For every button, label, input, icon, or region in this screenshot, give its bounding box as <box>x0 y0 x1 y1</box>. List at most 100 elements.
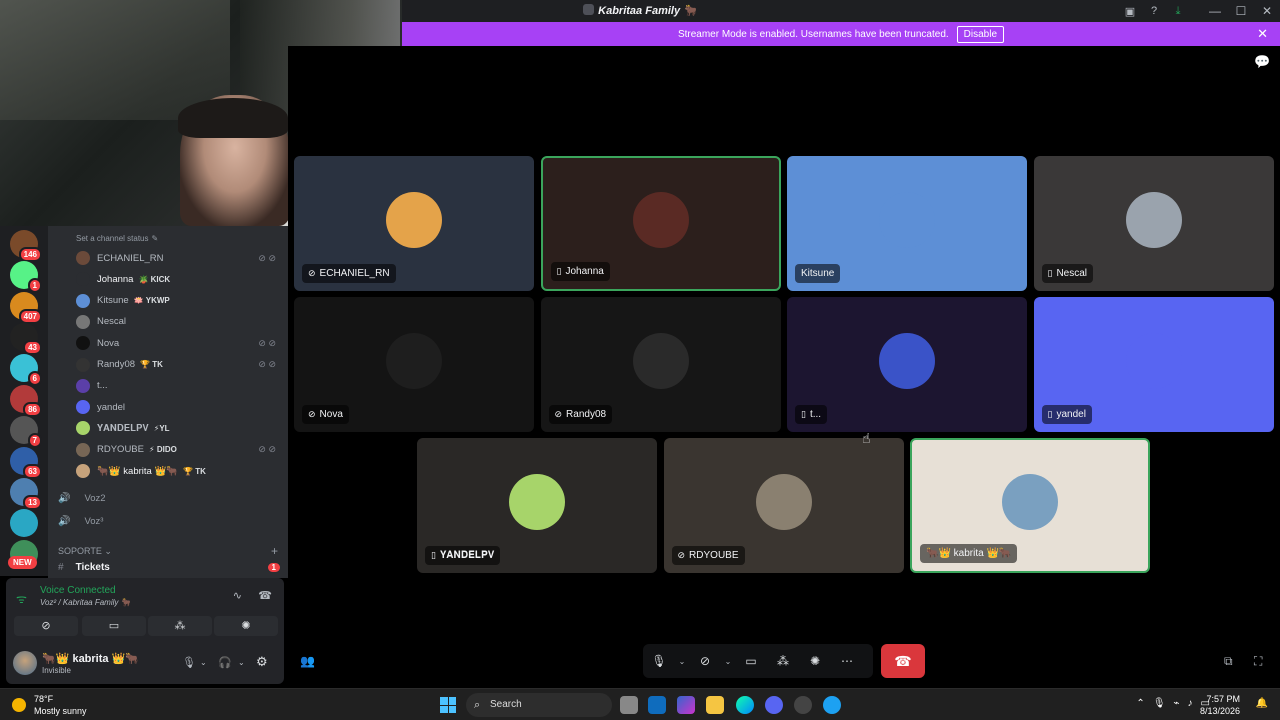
participant-tile[interactable]: ⊘ Nova <box>294 297 534 432</box>
noise-suppression-icon[interactable]: ∿ <box>233 589 242 602</box>
voice-location[interactable]: Voz² / Kabritaa Family 🐂 <box>40 598 131 607</box>
camera-off-icon[interactable]: ⊘ <box>689 654 721 668</box>
participant-tile[interactable]: ⊘ Randy08 <box>540 297 781 432</box>
audio-options-icon[interactable]: ⌄ <box>238 658 245 667</box>
close-banner-icon[interactable]: ✕ <box>1257 26 1268 42</box>
headphones-icon[interactable]: 🎧 <box>218 656 232 669</box>
window-title-text: Kabritaa Family 🐂 <box>598 5 697 17</box>
taskbar-search[interactable]: ⌕ Search <box>466 693 612 717</box>
voice-channel-label: Voz2 <box>84 492 106 504</box>
voice-member[interactable]: t... <box>76 376 286 396</box>
mention-badge: 6 <box>27 371 42 386</box>
participant-tile[interactable]: ▯ Nescal <box>1033 156 1274 291</box>
download-icon[interactable]: ⤓ <box>1166 5 1190 18</box>
inbox-icon[interactable]: ▣ <box>1118 5 1142 18</box>
discord-icon[interactable] <box>765 696 783 714</box>
camera-off-button[interactable]: ⊘ <box>14 616 78 636</box>
server-icon[interactable]: 7 <box>10 416 42 448</box>
task-view-icon[interactable] <box>620 696 638 714</box>
disconnect-call-button[interactable]: ☎ <box>881 644 925 678</box>
avatar <box>755 473 812 530</box>
participant-tile[interactable]: Kitsune <box>787 156 1027 291</box>
camera-options-icon[interactable]: ⌄ <box>721 657 735 666</box>
voice-channel-voz3[interactable]: 🔊 Voz³ <box>58 511 103 531</box>
voice-member[interactable]: 🐂👑 kabrita 👑🐂 🏆 TK <box>76 461 286 481</box>
start-button[interactable] <box>440 697 456 713</box>
voice-status[interactable]: Voice Connected <box>40 585 116 596</box>
voice-member[interactable]: Johanna 🪴 KICK <box>76 269 286 289</box>
minimize-button[interactable]: — <box>1202 4 1228 18</box>
participant-tile[interactable]: ▯ 𝐘𝐀𝐍𝐃𝐄𝐋𝐏𝐕 <box>417 438 657 573</box>
server-icon[interactable] <box>10 509 38 537</box>
server-icon[interactable]: 13 <box>10 478 42 510</box>
server-icon[interactable]: 6 <box>10 354 42 386</box>
participant-label: Kitsune <box>795 264 841 283</box>
app-icon[interactable] <box>823 696 841 714</box>
add-channel-icon[interactable]: + <box>271 544 278 558</box>
participant-tile[interactable]: ▯ yandel <box>1033 297 1274 432</box>
avatar[interactable] <box>13 651 37 675</box>
steam-icon[interactable] <box>794 696 812 714</box>
chevron-up-icon[interactable]: ⌃ <box>1136 698 1144 709</box>
close-window-button[interactable]: ✕ <box>1254 4 1280 18</box>
clock[interactable]: 7:57 PM 8/13/2026 <box>1200 693 1240 717</box>
channel-status[interactable]: Set a channel status ✎ <box>76 234 158 243</box>
activities-button[interactable]: ⁂ <box>148 616 212 636</box>
edge-icon[interactable] <box>736 696 754 714</box>
more-icon[interactable]: ⋯ <box>831 654 863 668</box>
outlook-icon[interactable] <box>648 696 666 714</box>
voice-member[interactable]: Nova ⊘ ⊘ <box>76 333 286 353</box>
username[interactable]: 🐂👑 kabrita 👑🐂 <box>42 652 139 665</box>
mic-tray-icon[interactable]: 🎙 <box>1153 698 1166 709</box>
channel-status-text: Set a channel status <box>76 234 149 243</box>
voice-channel-voz2[interactable]: 🔊 Voz2 <box>58 488 106 508</box>
volume-icon[interactable]: ♪ <box>1188 698 1193 709</box>
invite-people-icon[interactable]: 👥 <box>300 654 315 668</box>
category-soporte[interactable]: SOPORTE ⌄ + <box>58 544 278 558</box>
screen-share-icon[interactable]: ▭ <box>735 654 767 668</box>
server-icon[interactable]: 407 <box>10 292 42 324</box>
participant-tile[interactable]: ▯ t... <box>787 297 1027 432</box>
hash-icon: # <box>58 562 64 573</box>
mic-icon[interactable]: 🎙 <box>643 654 675 668</box>
disconnect-icon[interactable]: ☎ <box>258 589 272 602</box>
voice-member[interactable]: Kitsune 🪷 YKWP <box>76 291 286 311</box>
voice-member[interactable]: Nescal <box>76 312 286 332</box>
network-icon[interactable]: ⌁ <box>1174 698 1180 709</box>
file-explorer-icon[interactable] <box>706 696 724 714</box>
chat-icon[interactable]: 💬 <box>1254 54 1270 70</box>
fullscreen-icon[interactable]: ⛶ <box>1254 654 1262 669</box>
soundboard-button[interactable]: ✺ <box>214 616 278 636</box>
maximize-button[interactable]: ☐ <box>1228 4 1254 18</box>
channel-tickets[interactable]: # Tickets 1 <box>58 562 280 573</box>
screen-share-button[interactable]: ▭ <box>82 616 146 636</box>
settings-gear-icon[interactable]: ⚙ <box>256 654 268 670</box>
popout-icon[interactable]: ⧉ <box>1224 654 1233 669</box>
voice-member[interactable]: Randy08 🏆 TK ⊘ ⊘ <box>76 355 286 375</box>
server-icon[interactable]: 43 <box>10 323 42 355</box>
mic-options-icon[interactable]: ⌄ <box>675 657 689 666</box>
voice-member[interactable]: yandel <box>76 397 286 417</box>
mic-icon[interactable]: 🎙 <box>182 656 196 669</box>
avatar <box>76 421 90 436</box>
activities-icon[interactable]: ⁂ <box>767 654 799 668</box>
server-icon[interactable]: 63 <box>10 447 42 479</box>
participant-tile[interactable]: ⊘ ECHANIEL_RN <box>294 156 534 291</box>
mic-options-icon[interactable]: ⌄ <box>200 658 207 667</box>
participant-tile[interactable]: ⊘ RDYOUBE <box>663 438 904 573</box>
copilot-icon[interactable] <box>677 696 695 714</box>
voice-member[interactable]: ECHANIEL_RN ⊘ ⊘ <box>76 248 286 268</box>
participant-tile[interactable]: 🐂👑 kabrita 👑🐂 <box>910 438 1150 573</box>
server-icon[interactable]: 1 <box>10 261 42 293</box>
soundboard-icon[interactable]: ✺ <box>799 654 831 668</box>
server-icon[interactable]: 146 <box>10 230 42 262</box>
notification-bell-icon[interactable]: 🔔 <box>1256 698 1268 709</box>
voice-member[interactable]: 𝐘𝐀𝐍𝐃𝐄𝐋𝐏𝐕 ⚡YL <box>76 418 286 438</box>
disable-streamer-button[interactable]: Disable <box>956 25 1005 43</box>
participant-tile[interactable]: ▯ Johanna <box>540 156 781 291</box>
voice-member[interactable]: RDYOUBE ⚡ DIDO ⊘ ⊘ <box>76 440 286 460</box>
signal-icon[interactable]: ᯤ <box>16 590 27 607</box>
help-icon[interactable]: ? <box>1142 5 1166 17</box>
titlebar-controls: ▣ ? ⤓ — ☐ ✕ <box>1118 0 1280 22</box>
server-icon[interactable]: 86 <box>10 385 42 417</box>
